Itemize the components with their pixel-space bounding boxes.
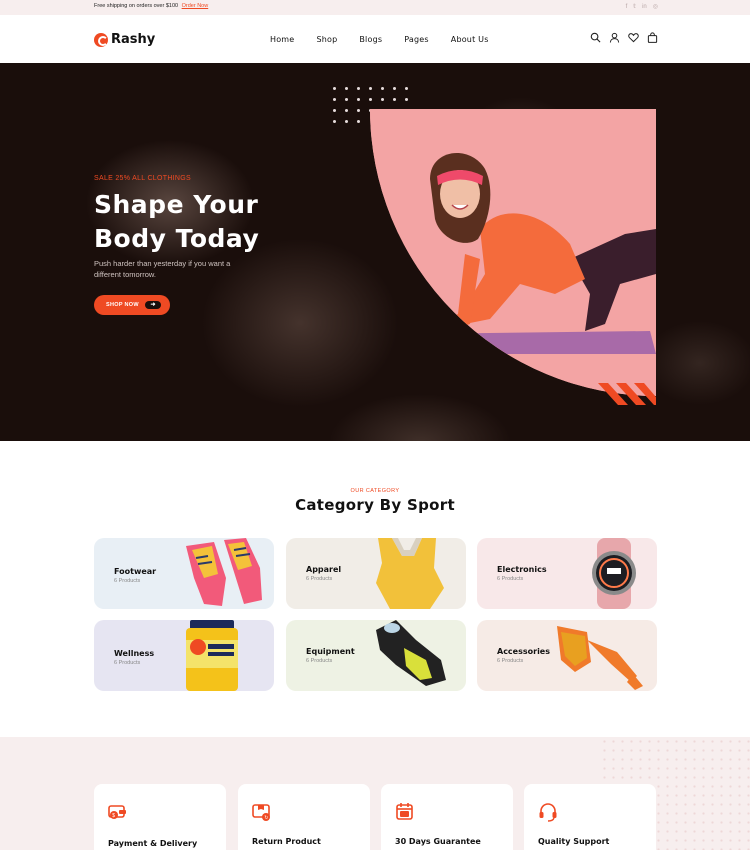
- calendar-icon: [396, 803, 413, 820]
- header-actions: [590, 32, 658, 43]
- feature-card-support: Quality Support: [524, 784, 656, 850]
- instagram-icon[interactable]: ◎: [653, 3, 658, 11]
- category-count: 6 Products: [306, 576, 333, 582]
- sneakers-image: [186, 538, 262, 606]
- smartwatch-image: [592, 538, 636, 609]
- category-card-wellness[interactable]: Wellness 6 Products: [94, 620, 274, 691]
- main-nav: Home Shop Blogs Pages About Us: [270, 35, 511, 44]
- category-card-accessories[interactable]: Accessories 6 Products: [477, 620, 657, 691]
- shop-now-button[interactable]: SHOP NOW ➜: [94, 295, 170, 315]
- arrow-right-icon: ➜: [145, 301, 161, 309]
- category-name: Wellness: [114, 649, 155, 658]
- nav-home[interactable]: Home: [270, 35, 294, 44]
- sunglasses-image: [557, 626, 643, 690]
- search-icon[interactable]: [590, 32, 601, 43]
- category-title: Category By Sport: [295, 496, 455, 514]
- hero-title: Shape Your Body Today: [94, 190, 260, 253]
- return-box-icon: ↻: [252, 804, 270, 821]
- logo-text: Rashy: [111, 32, 156, 47]
- nav-shop[interactable]: Shop: [316, 35, 337, 44]
- category-name: Equipment: [306, 647, 355, 656]
- site-header: Rashy Home Shop Blogs Pages About Us: [0, 15, 750, 63]
- category-count: 6 Products: [114, 660, 141, 666]
- nav-pages[interactable]: Pages: [404, 35, 429, 44]
- category-count: 6 Products: [497, 658, 524, 664]
- hero-banner: SALE 25% ALL CLOTHINGS Shape Your Body T…: [0, 63, 750, 441]
- category-card-equipment[interactable]: Equipment 6 Products: [286, 620, 466, 691]
- wallet-icon: $: [108, 805, 126, 819]
- logo-mark-icon: [94, 32, 108, 47]
- features-section: $ Payment & Delivery ↻ Return Product 30…: [0, 737, 750, 850]
- category-eyebrow: OUR CATEGORY: [350, 488, 400, 494]
- feature-title: Return Product: [252, 837, 321, 846]
- bag-icon[interactable]: [647, 32, 658, 43]
- feature-title: Payment & Delivery: [108, 839, 198, 848]
- hero-eyebrow: SALE 25% ALL CLOTHINGS: [94, 175, 191, 182]
- category-name: Electronics: [497, 565, 547, 574]
- svg-text:$: $: [112, 813, 115, 819]
- order-now-link[interactable]: Order Now: [182, 3, 209, 9]
- feature-card-guarantee: 30 Days Guarantee: [381, 784, 513, 850]
- supplement-bottle-image: [186, 620, 238, 691]
- user-icon[interactable]: [609, 32, 620, 43]
- feature-title: Quality Support: [538, 837, 610, 846]
- decorative-stripes: [598, 383, 656, 405]
- category-card-footwear[interactable]: Footwear 6 Products: [94, 538, 274, 609]
- category-name: Footwear: [114, 567, 157, 576]
- category-card-electronics[interactable]: Electronics 6 Products: [477, 538, 657, 609]
- category-count: 6 Products: [114, 578, 141, 584]
- feature-card-payment: $ Payment & Delivery: [94, 784, 226, 850]
- feature-title: 30 Days Guarantee: [395, 837, 481, 846]
- promo-text: Free shipping on orders over $100 Order …: [94, 3, 209, 9]
- sports-bra-image: [376, 538, 444, 609]
- logo[interactable]: Rashy: [94, 32, 155, 47]
- hero-image: [370, 109, 656, 396]
- twitter-icon[interactable]: 𝕥: [633, 3, 636, 11]
- top-bar: Free shipping on orders over $100 Order …: [0, 0, 750, 15]
- facebook-icon[interactable]: f: [626, 3, 628, 11]
- hydration-belt-image: [376, 620, 446, 686]
- woman-exercising-illustration: [370, 109, 656, 396]
- headset-icon: [539, 803, 557, 822]
- category-card-apparel[interactable]: Apparel 6 Products: [286, 538, 466, 609]
- social-links: f 𝕥 in ◎: [626, 3, 658, 11]
- heart-icon[interactable]: [628, 32, 639, 43]
- hero-subtitle: Push harder than yesterday if you want a…: [94, 259, 231, 279]
- category-count: 6 Products: [497, 576, 524, 582]
- category-name: Apparel: [306, 565, 342, 574]
- nav-about-us[interactable]: About Us: [451, 35, 489, 44]
- feature-card-return: ↻ Return Product: [238, 784, 370, 850]
- category-count: 6 Products: [306, 658, 333, 664]
- category-name: Accessories: [497, 647, 550, 656]
- linkedin-icon[interactable]: in: [642, 3, 647, 11]
- svg-text:↻: ↻: [264, 815, 268, 821]
- nav-blogs[interactable]: Blogs: [359, 35, 382, 44]
